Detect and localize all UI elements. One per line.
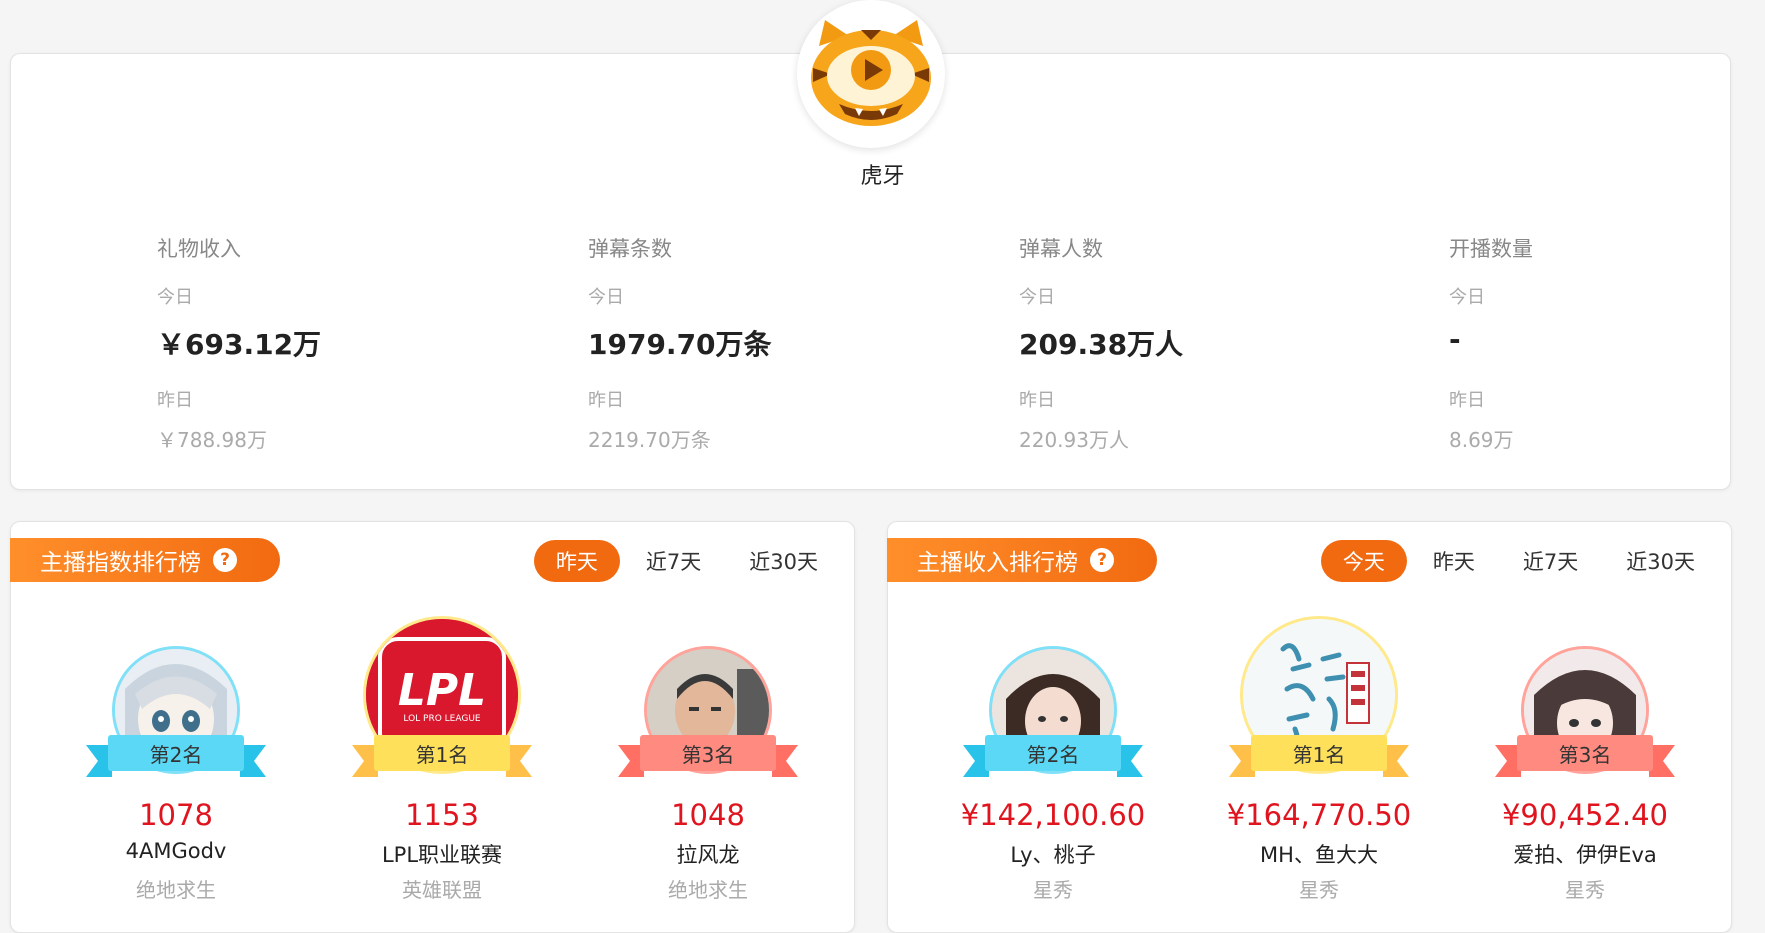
huya-tiger-icon	[811, 20, 931, 126]
lpl-logo-subtext: LOL PRO LEAGUE	[403, 714, 481, 724]
rank-label: 第2名	[1026, 743, 1080, 767]
tab-30days[interactable]: 近30天	[1604, 540, 1717, 582]
rank-value: 1153	[405, 798, 479, 832]
rank-value: ¥90,452.40	[1501, 798, 1669, 832]
tab-today[interactable]: 今天	[1320, 540, 1407, 582]
stat-yesterday-label: 昨日	[157, 390, 193, 411]
stat-today-label: 今日	[1449, 287, 1485, 308]
tab-30days[interactable]: 近30天	[727, 540, 840, 582]
stat-label: 开播数量	[1449, 237, 1533, 261]
stat-today-value: -	[1449, 323, 1461, 356]
rank-value: ¥164,770.50	[1226, 798, 1412, 832]
stat-yesterday-value: 8.69万	[1449, 428, 1514, 452]
rank-label: 第3名	[681, 743, 735, 767]
rank-value: ¥142,100.60	[960, 798, 1146, 832]
stat-today-value: 1979.70万条	[588, 328, 772, 361]
streamer-name[interactable]: LPL职业联赛	[312, 839, 572, 869]
income-rank-card: 主播收入排行榜 ? 今天 昨天 近7天 近30天 第2名 ¥142,100.60…	[887, 521, 1732, 933]
stat-today-label: 今日	[1019, 287, 1055, 308]
stat-today-value: ￥693.12万	[157, 328, 322, 361]
stat-yesterday-value: 220.93万人	[1019, 428, 1129, 452]
tab-yesterday[interactable]: 昨天	[1411, 540, 1497, 582]
streamer-category: 星秀	[1299, 878, 1339, 902]
help-icon[interactable]: ?	[1090, 548, 1114, 572]
streamer-category: 绝地求生	[668, 878, 748, 902]
streamer-name[interactable]: 4AMGodv	[46, 839, 306, 863]
stat-yesterday-label: 昨日	[588, 390, 624, 411]
index-rank-card: 主播指数排行榜 ? 昨天 近7天 近30天 第2名 1078 4AMGodv 绝…	[10, 521, 855, 933]
rank-label: 第1名	[1292, 743, 1346, 767]
rank-label: 第3名	[1558, 743, 1612, 767]
rank-label: 第2名	[149, 743, 203, 767]
index-rank-tabs: 昨天 近7天 近30天	[530, 540, 840, 582]
stat-label: 礼物收入	[157, 237, 241, 261]
rank-value: 1048	[671, 798, 745, 832]
index-rank-title: 主播指数排行榜 ?	[10, 538, 280, 582]
help-icon[interactable]: ?	[213, 548, 237, 572]
streamer-name[interactable]: Ly、桃子	[923, 839, 1183, 869]
stat-label: 弹幕条数	[588, 237, 672, 261]
streamer-category: 星秀	[1033, 878, 1073, 902]
stat-today-label: 今日	[157, 287, 193, 308]
rank-title-text: 主播指数排行榜	[40, 550, 201, 576]
streamer-category: 英雄联盟	[402, 878, 482, 902]
streamer-name[interactable]: 拉风龙	[578, 839, 838, 869]
stat-yesterday-value: ￥788.98万	[157, 428, 267, 452]
tab-yesterday[interactable]: 昨天	[533, 540, 620, 582]
streamer-name[interactable]: MH、鱼大大	[1189, 839, 1449, 869]
rank-title-text: 主播收入排行榜	[917, 550, 1078, 576]
stat-label: 弹幕人数	[1019, 237, 1103, 261]
platform-name: 虎牙	[860, 164, 905, 189]
tab-7days[interactable]: 近7天	[1501, 540, 1600, 582]
rank-label: 第1名	[415, 743, 469, 767]
stat-yesterday-value: 2219.70万条	[588, 428, 711, 452]
streamer-category: 绝地求生	[136, 878, 216, 902]
stat-yesterday-label: 昨日	[1019, 390, 1055, 411]
income-rank-tabs: 今天 昨天 近7天 近30天	[1317, 540, 1717, 582]
streamer-category: 星秀	[1565, 878, 1605, 902]
streamer-name[interactable]: 爱拍、伊伊Eva	[1455, 839, 1715, 869]
lpl-logo-text: LPL	[398, 665, 486, 716]
stat-yesterday-label: 昨日	[1449, 390, 1485, 411]
rank-value: 1078	[139, 798, 213, 832]
stat-today-value: 209.38万人	[1019, 328, 1184, 361]
income-rank-title: 主播收入排行榜 ?	[887, 538, 1157, 582]
tab-7days[interactable]: 近7天	[624, 540, 723, 582]
platform-logo	[797, 0, 945, 148]
stat-today-label: 今日	[588, 287, 624, 308]
